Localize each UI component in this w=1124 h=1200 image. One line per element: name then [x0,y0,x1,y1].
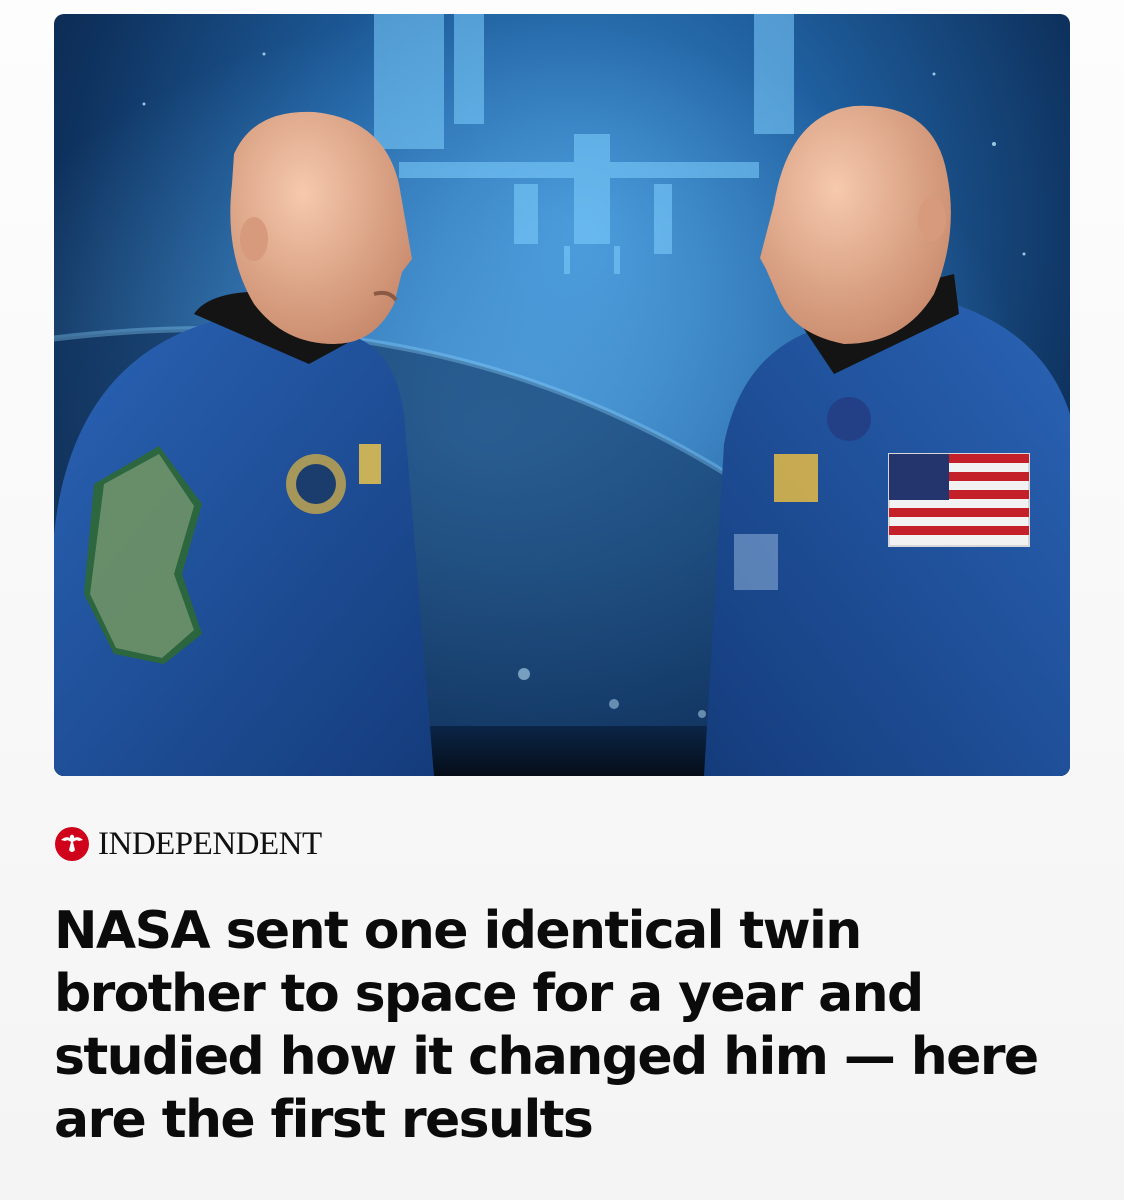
article-headline[interactable]: NASA sent one identical twin brother to … [54,900,1064,1152]
publisher-brand[interactable]: INDEPENDENT [54,824,322,864]
eagle-roundel-icon [54,826,90,862]
us-flag-patch [888,453,1030,547]
publisher-name: INDEPENDENT [98,825,322,862]
hero-illustration [54,14,1070,776]
article-hero-image[interactable] [54,14,1070,776]
article-card[interactable]: INDEPENDENT NASA sent one identical twin… [0,0,1124,1200]
